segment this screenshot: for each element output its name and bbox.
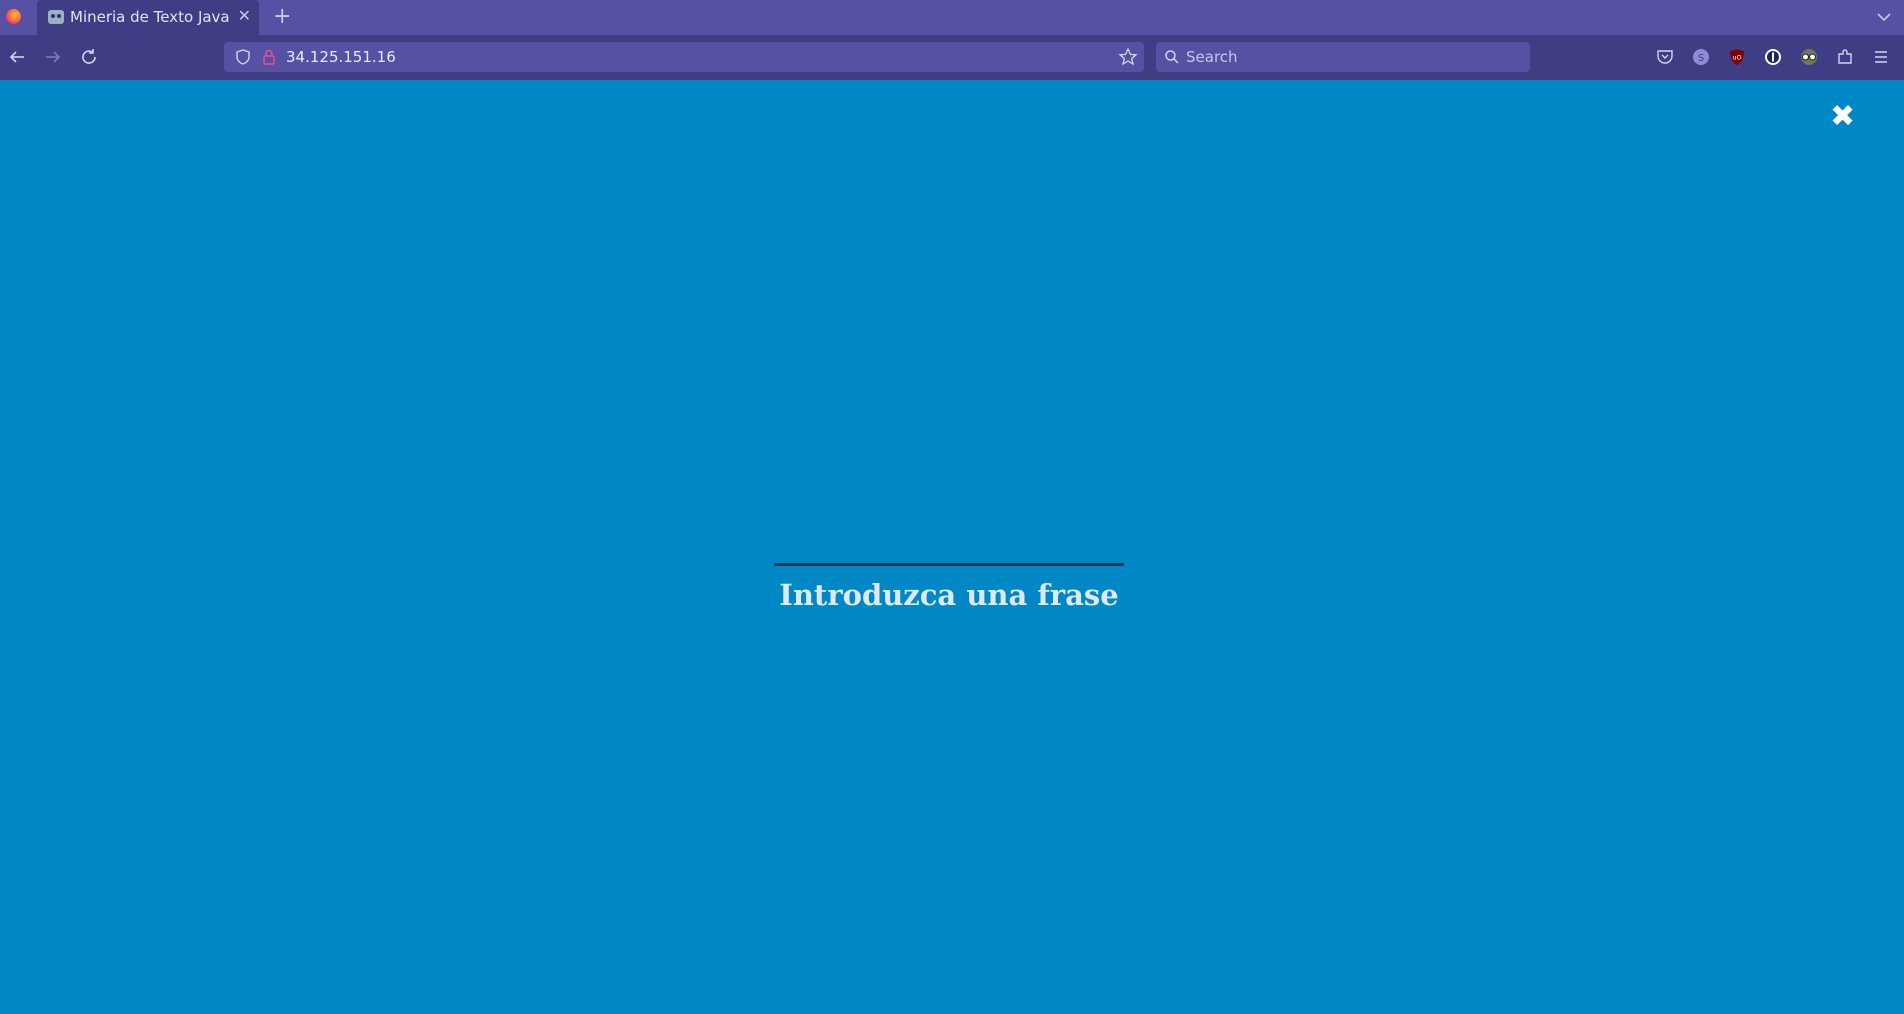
url-text[interactable]: 34.125.151.16 [286,48,396,66]
back-arrow-left-icon[interactable] [5,45,29,69]
extension-s-icon[interactable]: S [1691,47,1711,67]
page-content: ✖ Introduzca una frase [0,80,1904,1014]
phrase-input[interactable] [774,532,1124,566]
reload-icon[interactable] [77,45,101,69]
overlay-close-icon[interactable]: ✖ [1830,100,1855,134]
nav-toolbar: 34.125.151.16 Search S uO [0,35,1904,80]
search-placeholder: Search [1186,48,1238,66]
phrase-prompt: Introduzca una frase [779,578,1119,612]
ublock-origin-icon[interactable]: uO [1727,47,1747,67]
svg-text:S: S [1698,53,1704,64]
tab-strip: Mineria de Texto Java ✕ + [0,0,1904,35]
shield-icon[interactable] [234,48,252,66]
search-icon [1164,49,1180,65]
hamburger-menu-icon[interactable] [1871,47,1891,67]
new-tab-plus-icon[interactable]: + [273,4,291,30]
robot-favicon-icon [48,10,64,24]
browser-window: Mineria de Texto Java ✕ + 34.125.151.16 … [0,0,1904,1014]
firefox-logo-icon[interactable] [6,9,21,24]
tab-active[interactable]: Mineria de Texto Java ✕ [37,0,259,35]
tab-close-icon[interactable]: ✕ [238,6,251,26]
search-bar[interactable]: Search [1156,42,1530,72]
glasses-extension-icon[interactable] [1799,47,1819,67]
lock-icon[interactable] [260,48,278,66]
url-bar[interactable]: 34.125.151.16 [224,42,1144,72]
pocket-icon[interactable] [1655,47,1675,67]
tab-list-chevron-down-icon[interactable] [1874,7,1894,27]
bookmark-star-icon[interactable] [1118,47,1138,67]
puzzle-extensions-icon[interactable] [1835,47,1855,67]
forward-arrow-right-icon[interactable] [41,45,65,69]
1password-icon[interactable] [1763,47,1783,67]
svg-text:uO: uO [1732,54,1741,62]
tab-title: Mineria de Texto Java [70,8,230,26]
